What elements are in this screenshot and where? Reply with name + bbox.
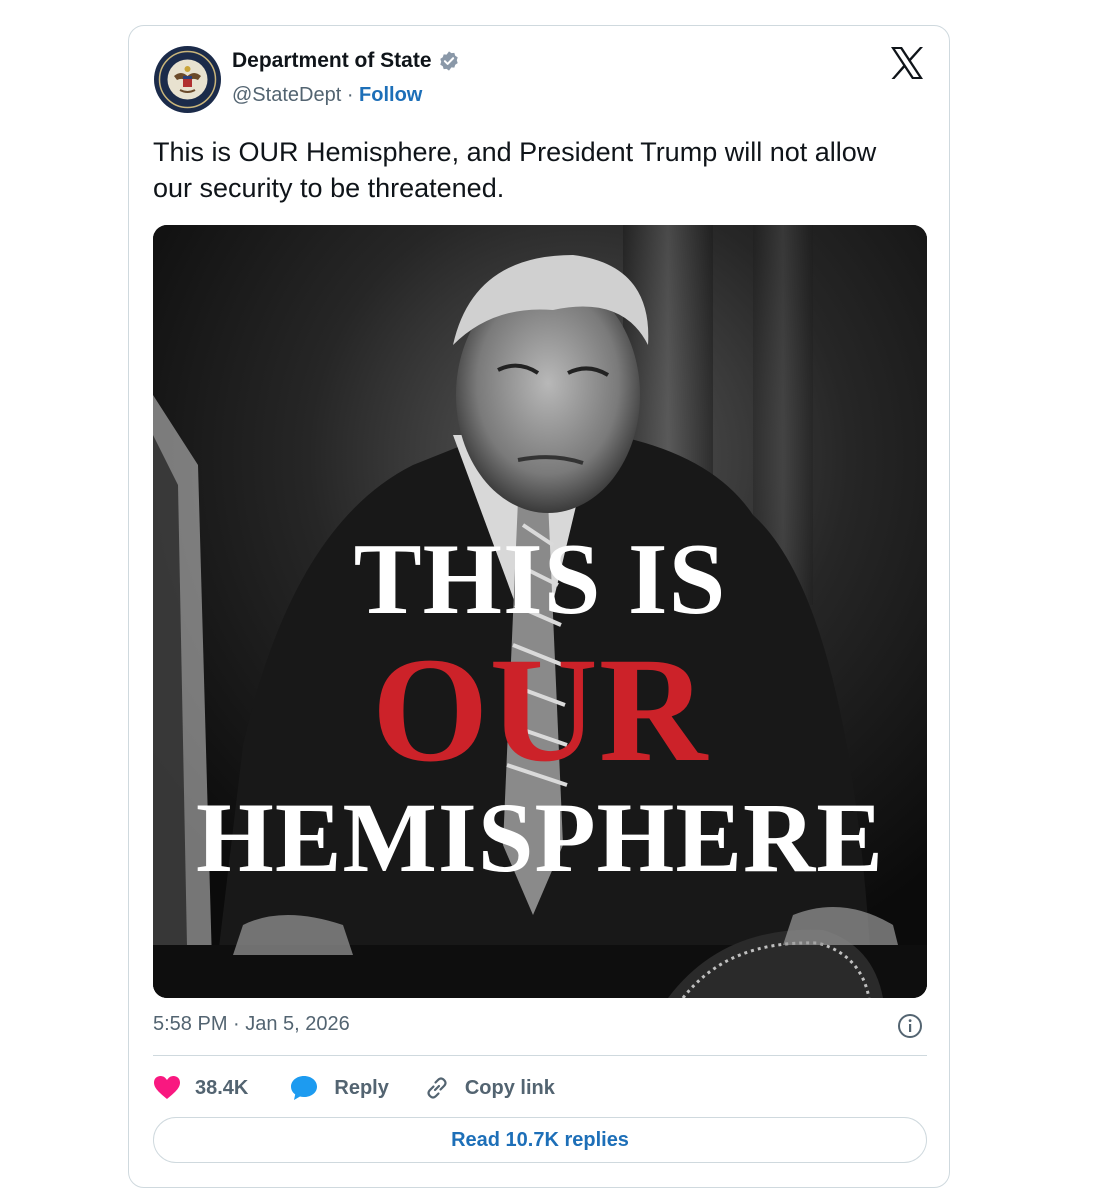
tweet-text: This is OUR Hemisphere, and President Tr… [153, 137, 877, 203]
info-icon[interactable] [897, 1013, 923, 1039]
image-text-line-3: HEMISPHERE [196, 782, 884, 893]
display-name[interactable]: Department of State [232, 49, 460, 73]
handle[interactable]: @StateDept [232, 84, 341, 106]
read-replies-label: Read 10.7K replies [451, 1128, 629, 1151]
speech-bubble-icon [291, 1076, 318, 1100]
like-count: 38.4K [195, 1076, 249, 1099]
image-text-line-2: OUR [371, 627, 709, 793]
like-button[interactable]: 38.4K [153, 1075, 290, 1101]
timestamp[interactable]: 5:58 PM · Jan 5, 2026 [153, 1013, 350, 1036]
tweet-image[interactable]: THIS IS OUR HEMISPHERE [153, 225, 927, 998]
copy-link-button[interactable]: Copy link [423, 1074, 555, 1102]
avatar[interactable] [154, 46, 221, 113]
read-replies-button[interactable]: Read 10.7K replies [153, 1117, 927, 1163]
divider [153, 1055, 927, 1056]
image-text-line-1: THIS IS [353, 523, 727, 636]
verified-badge-icon [439, 51, 458, 71]
follow-button[interactable]: Follow [359, 84, 422, 106]
display-name-text: Department of State [232, 49, 432, 72]
reply-button[interactable]: Reply [290, 1075, 422, 1101]
tweet-card: Department of State @StateDept · Follow … [128, 25, 950, 1188]
x-logo-icon[interactable] [889, 46, 925, 80]
heart-icon [154, 1076, 180, 1099]
department-seal-icon [154, 46, 221, 113]
link-icon [427, 1077, 447, 1099]
separator: · [346, 84, 354, 106]
copy-link-label: Copy link [464, 1076, 555, 1099]
handle-row: @StateDept · Follow [232, 84, 422, 107]
action-bar: 38.4K Reply Copy link [153, 1072, 555, 1104]
reply-label: Reply [334, 1076, 389, 1099]
